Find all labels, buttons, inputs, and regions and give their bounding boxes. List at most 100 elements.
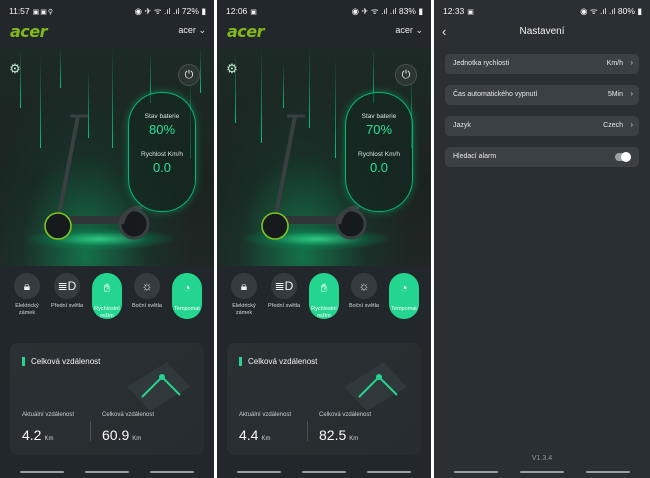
control-label: Elektrický zámek: [15, 303, 39, 316]
chevron-down-icon: ⌄: [415, 25, 423, 35]
nav-line: [367, 471, 411, 473]
status-bar: 12:33 ▣ ◉ ᯤ .ıl .ıl 80% ▮: [434, 0, 650, 20]
nav-line: [302, 471, 346, 473]
language-row[interactable]: Jazyk Czech ›: [445, 116, 639, 136]
sun-icon: ☼: [351, 273, 377, 299]
speed-value: 0.0: [152, 160, 172, 175]
total-distance-label: Celková vzdálenost: [319, 412, 372, 418]
speed-label: Rychlost Km/h: [141, 151, 183, 158]
settings-header: ‹ Nastavení: [434, 20, 650, 46]
power-icon: ⏻: [184, 69, 194, 81]
battery-percent: 72%: [181, 6, 199, 16]
speed-label: Rychlost Km/h: [358, 151, 400, 158]
system-nav-bar: [434, 469, 650, 475]
cruise-control-button[interactable]: ◔ Tempomat: [168, 273, 206, 319]
electric-lock-button[interactable]: 🔒︎ Elektrický zámek: [8, 273, 46, 316]
signal-icons: ◉ ✈ ᯤ .ıl .ıl: [134, 6, 182, 16]
rain-line: [200, 48, 201, 93]
control-label: Přední světla: [267, 303, 301, 309]
total-distance-label: Celková vzdálenost: [102, 412, 155, 418]
app-header: acer acer ⌄: [217, 20, 431, 42]
battery-percent: 80%: [617, 6, 635, 16]
lock-icon: 🔒︎: [14, 273, 40, 299]
control-label: Rychlostní režim: [311, 306, 337, 319]
control-label: Elektrický zámek: [232, 303, 256, 316]
control-label: Rychlostní režim: [94, 306, 120, 319]
settings-gear-icon[interactable]: ⚙: [8, 62, 22, 76]
nav-line: [237, 471, 281, 473]
divider: [90, 421, 91, 441]
divider: [307, 421, 308, 441]
side-lights-button[interactable]: ☼ Boční světla: [128, 273, 166, 310]
headlight-button[interactable]: ≣D Přední světla: [48, 273, 86, 310]
account-selector[interactable]: acer ⌄: [178, 25, 206, 36]
battery-label: Stav baterie: [361, 113, 397, 120]
nav-line: [85, 471, 129, 473]
speed-value: 0.0: [369, 160, 389, 175]
stats-capsule: Stav baterie 70% Rychlost Km/h 0.0: [345, 92, 413, 212]
setting-value: 5Min: [607, 91, 623, 98]
nav-line: [150, 471, 194, 473]
nav-line: [586, 471, 630, 473]
system-nav-bar: [217, 469, 431, 475]
sun-icon: ☼: [134, 273, 160, 299]
account-selector[interactable]: acer ⌄: [395, 25, 423, 36]
setting-label: Čas automatického vypnutí: [453, 91, 538, 98]
map-icon: [127, 362, 190, 411]
chevron-right-icon: ›: [630, 58, 633, 67]
rain-line: [60, 48, 61, 88]
battery-value: 70%: [365, 122, 393, 137]
speed-unit-row[interactable]: Jednotka rychlosti Km/h ›: [445, 54, 639, 74]
cruise-control-button[interactable]: ◔ Tempomat: [385, 273, 423, 319]
status-time: 12:06: [226, 6, 248, 16]
notification-icons: ▣▣⚲: [32, 9, 54, 16]
setting-value: Km/h: [606, 60, 623, 67]
signal-icons: ◉ ᯤ .ıl .ıl: [580, 6, 618, 16]
status-bar: 12:06 ▣ ◉ ✈ ᯤ .ıl .ıl 83% ▮: [217, 0, 431, 20]
settings-gear-icon[interactable]: ⚙: [225, 62, 239, 76]
power-icon: ⏻: [401, 69, 411, 81]
side-lights-button[interactable]: ☼ Boční světla: [345, 273, 383, 310]
power-button[interactable]: ⏻: [178, 64, 200, 86]
app-header: acer acer ⌄: [0, 20, 214, 42]
setting-label: Jednotka rychlosti: [453, 60, 510, 67]
auto-off-row[interactable]: Čas automatického vypnutí 5Min ›: [445, 85, 639, 105]
rain-line: [283, 63, 284, 108]
status-time: 11:57: [9, 6, 30, 16]
headlight-icon: ≣D: [54, 273, 80, 299]
total-distance-value: 82.5 Km: [319, 427, 359, 443]
battery-label: Stav baterie: [144, 113, 180, 120]
total-distance-value: 60.9 Km: [102, 427, 142, 443]
account-name: acer: [395, 25, 413, 35]
control-buttons: 🔒︎ Elektrický zámek ≣D Přední světla ✋︎ Ryc…: [217, 273, 431, 333]
lock-icon: 🔒︎: [231, 273, 257, 299]
current-distance-value: 4.2 Km: [22, 427, 54, 443]
speed-mode-button[interactable]: ✋︎ Rychlostní režim: [305, 273, 343, 319]
setting-value: Czech: [603, 122, 623, 129]
distance-title: Celková vzdálenost: [22, 357, 100, 366]
control-label: Tempomat: [391, 306, 417, 312]
setting-label: Jazyk: [453, 122, 471, 129]
account-name: acer: [178, 25, 196, 35]
app-version: V1.3.4: [531, 455, 553, 462]
acer-logo: acer: [227, 22, 265, 41]
chevron-right-icon: ›: [630, 89, 633, 98]
scooter-hero: ⚙ ⏻ Stav baterie 70% Rychlost Km/h 0.0: [217, 48, 431, 266]
signal-icons: ◉ ✈ ᯤ .ıl .ıl: [351, 6, 399, 16]
search-alarm-toggle[interactable]: [615, 152, 631, 162]
distance-card: Celková vzdálenost Aktuální vzdálenost 4…: [227, 343, 421, 455]
setting-label: Hledací alarm: [453, 153, 497, 160]
battery-value: 80%: [148, 122, 176, 137]
power-button[interactable]: ⏻: [395, 64, 417, 86]
current-distance-label: Aktuální vzdálenost: [239, 412, 292, 418]
home-screen-2: 12:06 ▣ ◉ ✈ ᯤ .ıl .ıl 83% ▮ acer acer ⌄ ⚙…: [217, 0, 431, 478]
nav-line: [20, 471, 64, 473]
toggle-knob: [621, 152, 631, 162]
headlight-button[interactable]: ≣D Přední světla: [265, 273, 303, 310]
system-nav-bar: [0, 469, 214, 475]
battery-icon: ▮: [418, 6, 423, 16]
current-distance-label: Aktuální vzdálenost: [22, 412, 75, 418]
electric-lock-button[interactable]: 🔒︎ Elektrický zámek: [225, 273, 263, 316]
speed-mode-button[interactable]: ✋︎ Rychlostní režim: [88, 273, 126, 319]
battery-percent: 83%: [398, 6, 416, 16]
